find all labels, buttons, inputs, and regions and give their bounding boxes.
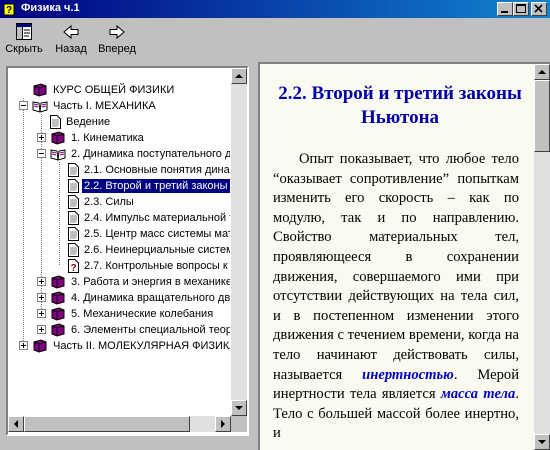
hide-pane-icon	[16, 23, 32, 40]
svg-text:?: ?	[6, 5, 12, 16]
closed-book-icon	[51, 323, 65, 337]
scroll-down-button[interactable]	[231, 400, 247, 416]
title-bar[interactable]: ? Физика ч.1	[0, 0, 550, 18]
hide-label: Скрыть	[5, 43, 43, 55]
maximize-button[interactable]	[513, 2, 529, 16]
tree-item-chapter-4[interactable]: 4. Динамика вращательного дви	[50, 290, 230, 306]
pane-splitter[interactable]	[252, 62, 256, 450]
back-arrow-icon	[63, 24, 79, 40]
tree-item-chapter-2[interactable]: 2. Динамика поступательного дв	[50, 146, 230, 162]
expand-toggle[interactable]	[19, 341, 28, 350]
collapse-toggle[interactable]	[19, 101, 28, 110]
down-arrow-icon	[235, 406, 243, 410]
contents-tree-panel: КУРС ОБЩЕЙ ФИЗИКИ Часть I. МЕХАНИКА Веде…	[6, 66, 249, 436]
open-book-icon	[50, 149, 66, 161]
window-title: Физика ч.1	[21, 2, 80, 14]
tree-item-chapter-6[interactable]: 6. Элементы специальной теори	[50, 322, 230, 338]
page-icon	[68, 227, 79, 241]
tree-item-chapter-1[interactable]: 1. Кинематика	[50, 130, 146, 146]
tree-item-chapter-5[interactable]: 5. Механические колебания	[50, 306, 215, 322]
term-link-inertia[interactable]: инертностью	[362, 367, 454, 383]
back-label: Назад	[55, 43, 87, 55]
contents-tree: КУРС ОБЩЕЙ ФИЗИКИ Часть I. МЕХАНИКА Веде…	[8, 68, 230, 416]
page-icon	[68, 195, 79, 209]
tree-item-section-2-7[interactable]: ? 2.7. Контрольные вопросы к н	[68, 258, 230, 274]
forward-label: Вперед	[98, 43, 136, 55]
tree-item-chapter-3[interactable]: 3. Работа и энергия в механике п	[50, 274, 230, 290]
close-button[interactable]	[531, 2, 547, 16]
scroll-left-button[interactable]	[8, 416, 24, 432]
closed-book-icon	[51, 131, 65, 145]
topic-body: Опыт показывает, что любое тело “оказыва…	[273, 150, 519, 444]
scroll-up-button[interactable]	[534, 64, 550, 80]
topic-content-panel: 2.2. Второй и третий законы Ньютона Опыт…	[258, 62, 550, 450]
right-arrow-icon	[221, 420, 225, 428]
open-book-icon	[32, 101, 48, 113]
tree-line	[23, 98, 24, 345]
toolbar: Скрыть Назад Вперед	[0, 18, 550, 62]
question-page-icon: ?	[68, 259, 79, 273]
up-arrow-icon	[538, 70, 546, 74]
tree-horizontal-scrollbar[interactable]	[8, 416, 231, 432]
hide-button[interactable]: Скрыть	[4, 22, 44, 60]
tree-line	[59, 162, 60, 265]
down-arrow-icon	[538, 440, 546, 444]
page-icon	[50, 115, 61, 129]
minimize-icon	[501, 11, 508, 13]
page-icon	[68, 243, 79, 257]
back-button[interactable]: Назад	[52, 22, 90, 60]
topic-heading: 2.2. Второй и третий законы Ньютона	[278, 83, 522, 128]
tree-item-section-2-3[interactable]: 2.3. Силы	[68, 194, 136, 210]
topic-paragraph: Опыт показывает, что любое тело “оказыва…	[273, 150, 519, 444]
scroll-down-button[interactable]	[534, 434, 550, 450]
maximize-icon	[516, 4, 526, 13]
closed-book-icon	[33, 83, 47, 97]
scroll-up-button[interactable]	[231, 68, 247, 84]
collapse-toggle[interactable]	[37, 149, 46, 158]
closed-book-icon	[51, 291, 65, 305]
tree-vertical-scrollbar[interactable]	[231, 68, 247, 416]
tree-item-course[interactable]: КУРС ОБЩЕЙ ФИЗИКИ	[32, 82, 176, 98]
expand-toggle[interactable]	[37, 293, 46, 302]
closed-book-icon	[51, 307, 65, 321]
tree-item-section-2-1[interactable]: 2.1. Основные понятия динам	[68, 162, 230, 178]
left-arrow-icon	[14, 420, 18, 428]
close-icon	[534, 4, 543, 13]
minimize-button[interactable]	[497, 2, 513, 16]
tree-item-section-2-4[interactable]: 2.4. Импульс материальной т	[68, 210, 230, 226]
scroll-thumb[interactable]	[534, 80, 550, 152]
expand-toggle[interactable]	[37, 277, 46, 286]
up-arrow-icon	[235, 74, 243, 78]
tree-item-section-2-2[interactable]: 2.2. Второй и третий законы Н	[68, 178, 230, 194]
scrollbar-corner	[231, 416, 247, 432]
closed-book-icon	[51, 275, 65, 289]
term-link-mass[interactable]: масса тела	[441, 386, 516, 402]
expand-toggle[interactable]	[37, 325, 46, 334]
tree-item-part-2[interactable]: Часть II. МОЛЕКУЛЯРНАЯ ФИЗИКА	[32, 338, 230, 354]
help-app-icon: ?	[3, 3, 15, 16]
forward-button[interactable]: Вперед	[96, 22, 138, 60]
expand-toggle[interactable]	[37, 133, 46, 142]
page-icon	[68, 179, 79, 193]
content-vertical-scrollbar[interactable]	[534, 64, 550, 450]
svg-text:?: ?	[71, 263, 77, 273]
scroll-right-button[interactable]	[215, 416, 231, 432]
page-icon	[68, 163, 79, 177]
tree-item-part-1[interactable]: Часть I. МЕХАНИКА	[32, 98, 158, 114]
tree-item-section-2-6[interactable]: 2.6. Неинерциальные систем	[68, 242, 230, 258]
page-icon	[68, 211, 79, 225]
expand-toggle[interactable]	[37, 309, 46, 318]
paragraph-text: Опыт показывает, что любое тело “оказыва…	[273, 151, 519, 383]
scroll-thumb[interactable]	[24, 416, 190, 432]
tree-item-section-2-5[interactable]: 2.5. Центр масс системы мат	[68, 226, 230, 242]
forward-arrow-icon	[109, 24, 125, 40]
tree-item-intro[interactable]: Ведение	[50, 114, 112, 130]
closed-book-icon	[33, 339, 47, 353]
